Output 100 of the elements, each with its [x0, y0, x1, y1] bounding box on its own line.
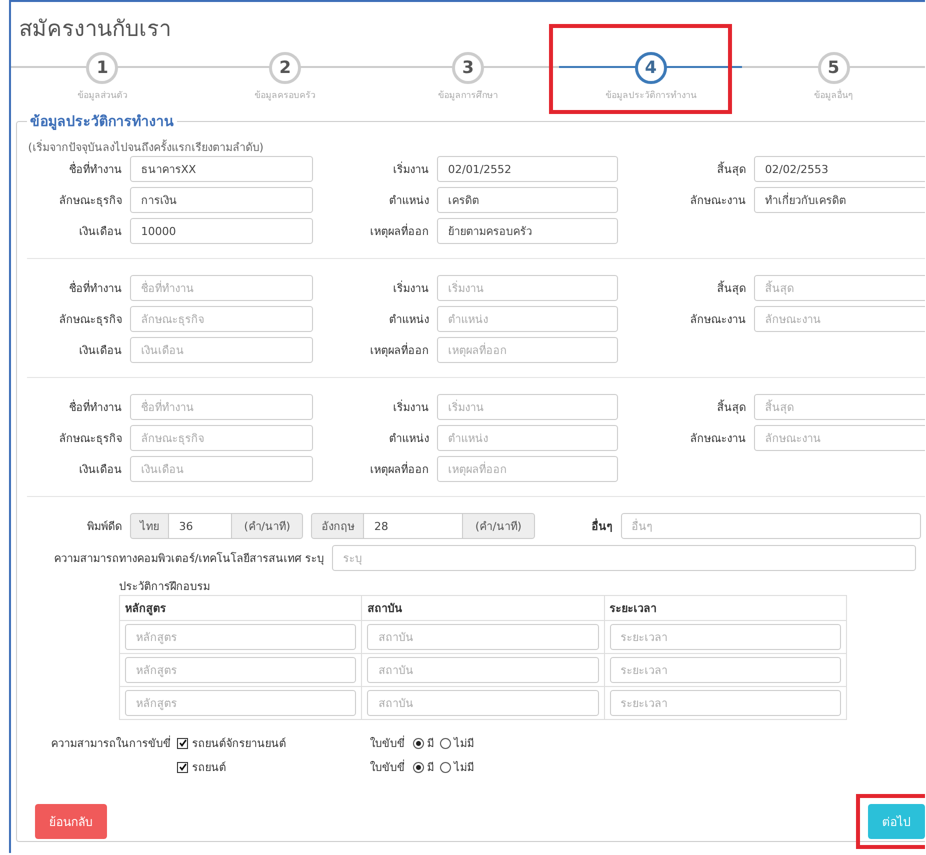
input-field[interactable]: 02/02/2553 — [754, 156, 925, 182]
field-label: เงินเดือน — [78, 462, 122, 478]
field-label: ตำแหน่ง — [388, 193, 429, 209]
field-label: เงินเดือน — [78, 343, 122, 359]
field-label: เหตุผลที่ออก — [369, 460, 429, 478]
section-note: (เริ่มจากปัจจุบันลงไปจนถึงครั้งแรกเรียงตามลำดับ) — [28, 138, 265, 156]
unit-label: (คำ/นาที) — [462, 513, 535, 539]
input-field[interactable]: หลักสูตร — [125, 657, 356, 683]
field-label: เริ่มงาน — [392, 280, 429, 297]
input-field[interactable]: หลักสูตร — [125, 624, 356, 650]
step-number[interactable]: 1 — [86, 52, 118, 84]
input-field[interactable]: ตำแหน่ง — [437, 306, 618, 332]
input-field[interactable]: ชื่อที่ทำงาน — [130, 394, 313, 420]
radio-button[interactable] — [413, 738, 424, 748]
checkbox-label: รถยนต์จักรยานยนต์ — [192, 736, 286, 752]
field-label: ชื่อที่ทำงาน — [68, 398, 122, 416]
input-field[interactable]: 10000 — [130, 218, 313, 244]
input-field[interactable]: 36 — [169, 513, 231, 539]
field-label: อื่นๆ — [590, 517, 613, 535]
input-field[interactable]: เงินเดือน — [130, 337, 313, 363]
field-label: เหตุผลที่ออก — [369, 342, 429, 359]
input-field[interactable]: สิ้นสุด — [754, 394, 925, 420]
unit-label: (คำ/นาที) — [231, 513, 304, 539]
field-label: ลักษณะงาน — [689, 312, 746, 328]
field-label: เริ่มงาน — [392, 160, 429, 178]
section-legend: ข้อมูลประวัติการทำงาน — [27, 110, 177, 132]
checkbox[interactable] — [177, 738, 188, 748]
checkbox-label: รถยนต์ — [192, 760, 226, 776]
field-label: ลักษณะงาน — [689, 431, 746, 447]
input-field[interactable]: ลักษณะธุรกิจ — [130, 425, 313, 451]
unit-label: ไทย — [130, 513, 169, 539]
field-label: เริ่มงาน — [392, 398, 429, 416]
step-label: ข้อมูลอื่นๆ — [814, 88, 854, 102]
field-label: สิ้นสุด — [716, 280, 746, 297]
step-number[interactable]: 4 — [634, 52, 667, 84]
field-label: ตำแหน่ง — [388, 431, 429, 447]
input-field[interactable]: ธนาคารXX — [130, 156, 313, 182]
field-label: ชื่อที่ทำงาน — [68, 160, 122, 178]
radio-button[interactable] — [440, 738, 451, 748]
unit-label: อังกฤษ — [311, 513, 364, 539]
field-label: สิ้นสุด — [716, 160, 746, 178]
step-number[interactable]: 2 — [269, 52, 302, 84]
input-field[interactable]: สถาบัน — [367, 657, 599, 683]
field-label: ชื่อที่ทำงาน — [68, 280, 122, 297]
input-field[interactable]: ระยะเวลา — [610, 657, 841, 683]
radio-label: ไม่มี — [454, 760, 474, 776]
step-number[interactable]: 5 — [818, 52, 850, 84]
input-field[interactable]: อื่นๆ — [620, 513, 921, 539]
field-label: ความสามารถทางคอมพิวเตอร์/เทคโนโลยีสารสนเทศ ระบุ — [52, 551, 324, 567]
field-label: เงินเดือน — [78, 224, 122, 240]
input-field[interactable]: 02/01/2552 — [437, 156, 618, 182]
input-field[interactable]: เงินเดือน — [130, 456, 313, 482]
radio-label: ไม่มี — [454, 736, 474, 752]
input-field[interactable]: การเงิน — [130, 187, 313, 213]
field-label: ลักษณะธุรกิจ — [58, 431, 122, 447]
input-field[interactable]: ลักษณะงาน — [754, 425, 925, 451]
field-label: พิมพ์ดีด — [86, 519, 122, 535]
input-field[interactable]: ลักษณะงาน — [754, 306, 925, 332]
page-title: สมัครงานกับเรา — [19, 16, 172, 44]
step-number[interactable]: 3 — [452, 52, 484, 84]
step-label: ข้อมูลส่วนตัว — [77, 90, 128, 102]
radio-label: มี — [427, 736, 434, 752]
input-field[interactable]: ทำเกี่ยวกับเครดิต — [754, 187, 925, 213]
field-label: ความสามารถในการขับขี่ — [51, 737, 171, 750]
input-field[interactable]: ระยะเวลา — [610, 690, 841, 716]
input-field[interactable]: เหตุผลที่ออก — [437, 456, 618, 482]
input-field[interactable]: ลักษณะธุรกิจ — [130, 306, 313, 332]
input-field[interactable]: ย้ายตามครอบครัว — [437, 218, 618, 244]
input-field[interactable]: สิ้นสุด — [754, 275, 925, 301]
field-label: ลักษณะธุรกิจ — [58, 193, 122, 209]
input-field[interactable]: เริ่มงาน — [437, 275, 618, 301]
step-label: ข้อมูลการศึกษา — [438, 90, 498, 102]
input-field[interactable]: สถาบัน — [367, 690, 599, 716]
input-field[interactable]: หลักสูตร — [125, 690, 356, 716]
checkbox[interactable] — [177, 762, 188, 772]
input-field[interactable]: ระบุ — [332, 545, 916, 571]
step-label: ข้อมูลครอบครัว — [254, 90, 316, 102]
input-field[interactable]: ชื่อที่ทำงาน — [130, 275, 313, 301]
input-field[interactable]: 28 — [364, 513, 462, 539]
input-field[interactable]: ตำแหน่ง — [437, 425, 618, 451]
column-header: หลักสูตร — [120, 596, 362, 620]
field-label: ตำแหน่ง — [388, 312, 429, 328]
table-title: ประวัติการฝึกอบรม — [119, 579, 211, 595]
column-header: ระยะเวลา — [604, 596, 846, 620]
field-label: สิ้นสุด — [716, 398, 746, 416]
radio-button[interactable] — [440, 762, 451, 772]
field-label: ใบขับขี่ — [369, 734, 406, 752]
field-label: ลักษณะธุรกิจ — [58, 312, 122, 328]
field-label: ลักษณะงาน — [689, 193, 746, 209]
field-label: เหตุผลที่ออก — [369, 222, 429, 240]
input-field[interactable]: สถาบัน — [367, 624, 599, 650]
input-field[interactable]: ระยะเวลา — [610, 624, 841, 650]
radio-button[interactable] — [413, 762, 424, 772]
step-label: ข้อมูลประวัติการทำงาน — [605, 90, 696, 102]
input-field[interactable]: เครดิต — [437, 187, 618, 213]
input-field[interactable]: เหตุผลที่ออก — [437, 337, 618, 363]
input-field[interactable]: เริ่มงาน — [437, 394, 618, 420]
column-header: สถาบัน — [362, 596, 604, 620]
field-label: ใบขับขี่ — [369, 758, 406, 776]
radio-label: มี — [427, 760, 434, 776]
